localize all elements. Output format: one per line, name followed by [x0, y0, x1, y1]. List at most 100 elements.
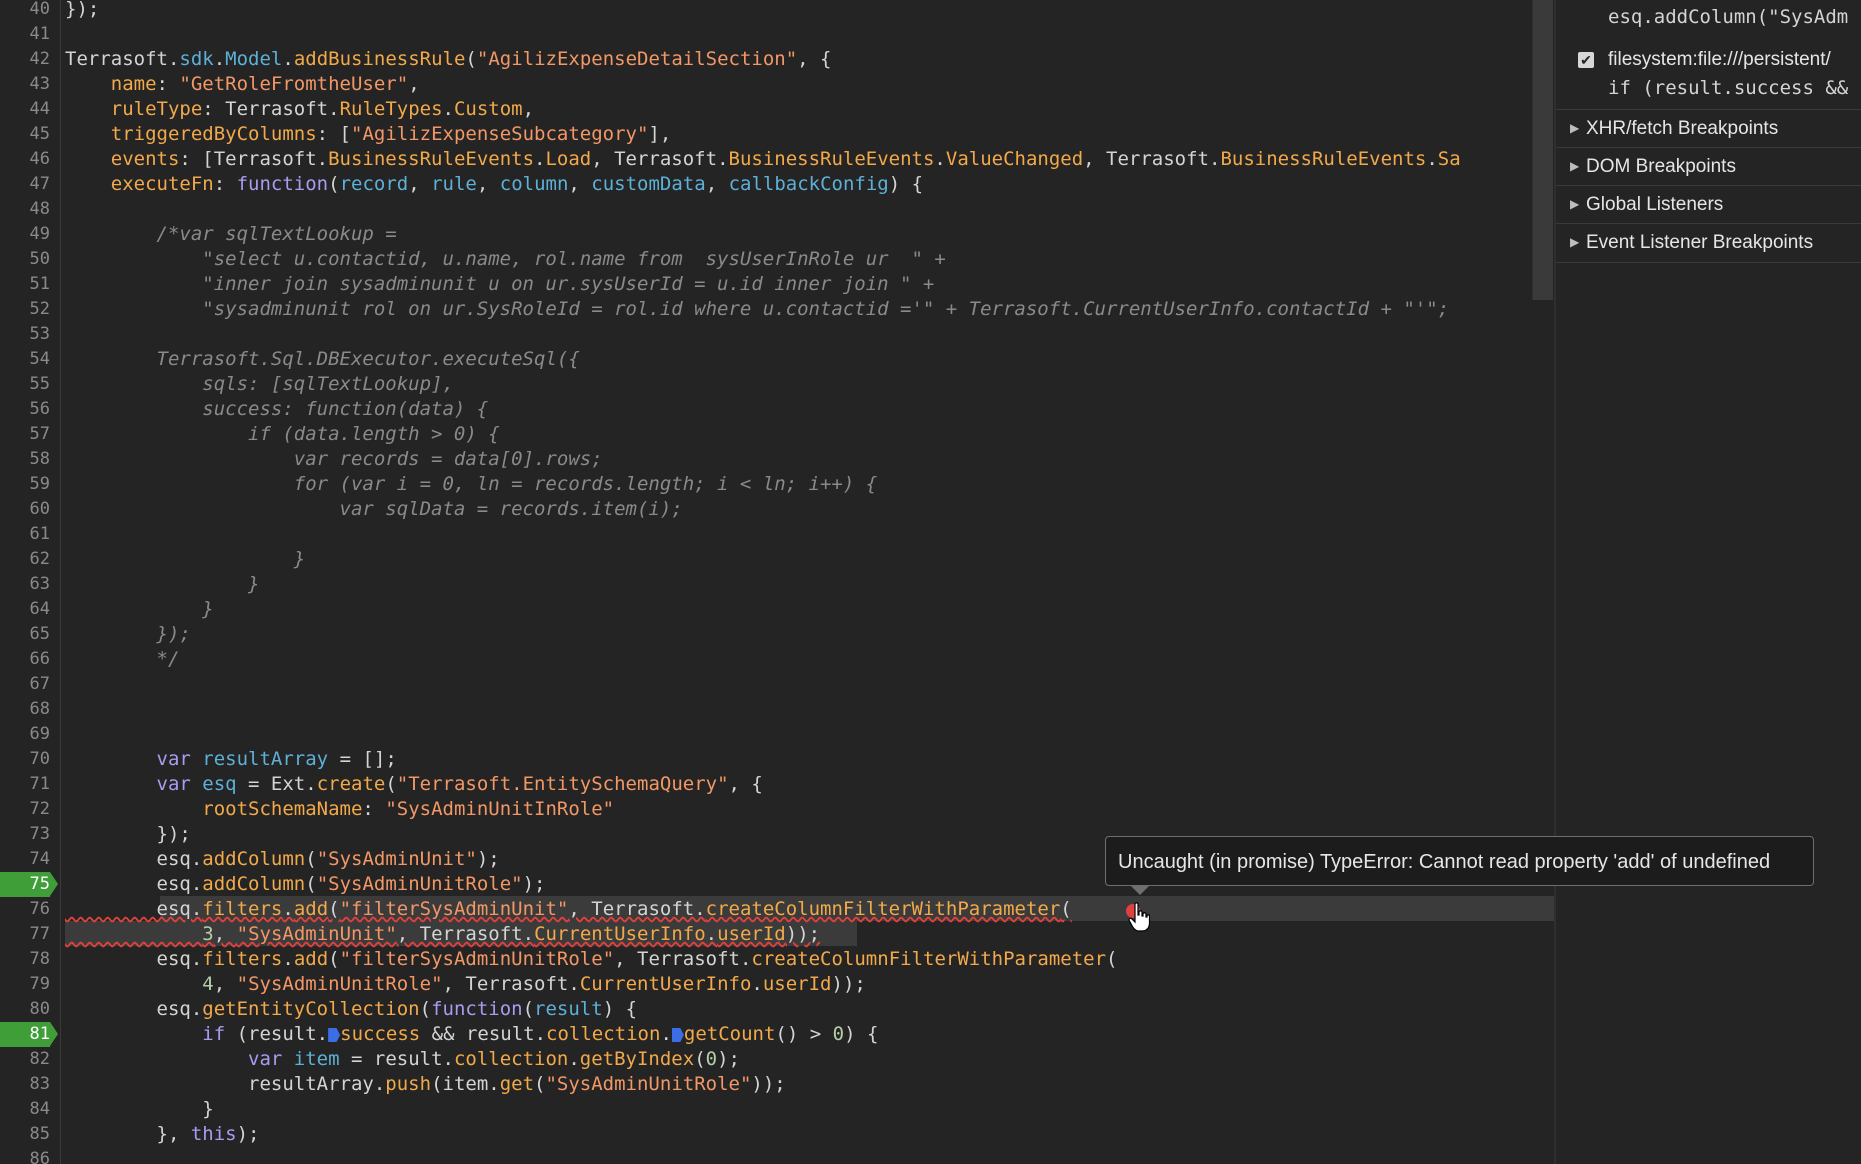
- line-number[interactable]: 76: [0, 897, 50, 922]
- line-number[interactable]: 56: [0, 397, 50, 422]
- line-number[interactable]: 70: [0, 747, 50, 772]
- debugger-sidebar: esq.addColumn("SysAdm ✔ filesystem:file:…: [1556, 0, 1861, 1164]
- line-number[interactable]: 49: [0, 222, 50, 247]
- code-line-63: }: [65, 573, 260, 595]
- line-number[interactable]: 68: [0, 697, 50, 722]
- code-line-55: sqls: [sqlTextLookup],: [65, 373, 454, 395]
- line-number[interactable]: 57: [0, 422, 50, 447]
- line-number[interactable]: 45: [0, 122, 50, 147]
- line-number[interactable]: 69: [0, 722, 50, 747]
- line-number[interactable]: 48: [0, 197, 50, 222]
- section-xhr-fetch-breakpoints[interactable]: ▶ XHR/fetch Breakpoints: [1556, 109, 1861, 148]
- code-line-84: }: [65, 1098, 214, 1120]
- code-line-74: esq.addColumn("SysAdminUnit");: [65, 848, 500, 870]
- code-line-51: "inner join sysadminunit u on ur.sysUser…: [65, 273, 935, 295]
- line-number[interactable]: 62: [0, 547, 50, 572]
- expand-triangle-icon: ▶: [1570, 197, 1580, 211]
- code-line-62: }: [65, 548, 306, 570]
- line-number-breakpoint[interactable]: 81: [0, 1022, 58, 1047]
- line-number[interactable]: 80: [0, 997, 50, 1022]
- code-line-44: ruleType: Terrasoft.RuleTypes.Custom,: [65, 98, 535, 120]
- code-line-45: triggeredByColumns: ["AgilizExpenseSubca…: [65, 123, 672, 145]
- code-line-85: }, this);: [65, 1123, 260, 1145]
- tooltip-arrow: [1130, 885, 1150, 895]
- error-tooltip: Uncaught (in promise) TypeError: Cannot …: [1105, 836, 1814, 886]
- code-line-83: resultArray.push(item.get("SysAdminUnitR…: [65, 1073, 786, 1095]
- line-number[interactable]: 61: [0, 522, 50, 547]
- breakpoint-code-snippet: esq.addColumn("SysAdm: [1608, 6, 1849, 28]
- code-line-58: var records = data[0].rows;: [65, 448, 603, 470]
- line-number-breakpoint[interactable]: 75: [0, 872, 58, 897]
- code-line-71: var esq = Ext.create("Terrasoft.EntitySc…: [65, 773, 763, 795]
- section-label: Event Listener Breakpoints: [1586, 232, 1814, 253]
- code-line-43: name: "GetRoleFromtheUser",: [65, 73, 420, 95]
- line-number[interactable]: 63: [0, 572, 50, 597]
- code-line-82: var item = result.collection.getByIndex(…: [248, 1048, 740, 1070]
- line-number[interactable]: 82: [0, 1047, 50, 1072]
- line-number[interactable]: 84: [0, 1097, 50, 1122]
- section-label: Global Listeners: [1586, 194, 1724, 215]
- code-line-70: var resultArray = [];: [65, 748, 397, 770]
- line-number[interactable]: 74: [0, 847, 50, 872]
- source-editor[interactable]: 40 41 42 43 44 45 46 47 48 49 50 51 52 53 54 55 56 57 58 59…: [0, 0, 1555, 1164]
- line-number[interactable]: 85: [0, 1122, 50, 1147]
- line-number[interactable]: 66: [0, 647, 50, 672]
- line-number[interactable]: 53: [0, 322, 50, 347]
- code-line-59: for (var i = 0, ln = records.length; i <…: [65, 473, 878, 495]
- breakpoint-checkbox[interactable]: ✔: [1578, 52, 1594, 68]
- line-number-gutter[interactable]: 40 41 42 43 44 45 46 47 48 49 50 51 52 53 54 55 56 57 58 59…: [0, 0, 61, 1164]
- line-number[interactable]: 52: [0, 297, 50, 322]
- line-number[interactable]: 59: [0, 472, 50, 497]
- line-number[interactable]: 83: [0, 1072, 50, 1097]
- inline-breakpoint-marker-icon[interactable]: [671, 1028, 684, 1042]
- code-line-75: esq.addColumn("SysAdminUnitRole");: [65, 873, 546, 895]
- section-event-listener-breakpoints[interactable]: ▶ Event Listener Breakpoints: [1556, 223, 1861, 263]
- line-number[interactable]: 51: [0, 272, 50, 297]
- code-line-73: });: [65, 823, 191, 845]
- section-dom-breakpoints[interactable]: ▶ DOM Breakpoints: [1556, 147, 1861, 186]
- line-number[interactable]: 54: [0, 347, 50, 372]
- line-number[interactable]: 43: [0, 72, 50, 97]
- line-number[interactable]: 77: [0, 922, 50, 947]
- code-line-78: esq.filters.add("filterSysAdminUnitRole"…: [65, 948, 1118, 970]
- line-number[interactable]: 40: [0, 0, 50, 22]
- line-number[interactable]: 71: [0, 772, 50, 797]
- code-line-50: "select u.contactid, u.name, rol.name fr…: [65, 248, 946, 270]
- expand-triangle-icon: ▶: [1570, 121, 1580, 135]
- line-number[interactable]: 44: [0, 97, 50, 122]
- code-line-76: esq.filters.add("filterSysAdminUnit", Te…: [65, 898, 1072, 920]
- code-line-72: rootSchemaName: "SysAdminUnitInRole": [65, 798, 615, 820]
- expand-triangle-icon: ▶: [1570, 235, 1580, 249]
- code-line-56: success: function(data) {: [65, 398, 489, 420]
- line-number[interactable]: 55: [0, 372, 50, 397]
- code-line-40: });: [65, 0, 100, 20]
- line-number[interactable]: 42: [0, 47, 50, 72]
- line-number[interactable]: 78: [0, 947, 50, 972]
- line-number[interactable]: 64: [0, 597, 50, 622]
- expand-triangle-icon: ▶: [1570, 159, 1580, 173]
- line-number[interactable]: 47: [0, 172, 50, 197]
- code-line-54: Terrasoft.Sql.DBExecutor.executeSql({: [65, 348, 580, 370]
- code-line-77: 3, "SysAdminUnit", Terrasoft.CurrentUser…: [202, 923, 821, 945]
- editor-scrollbar[interactable]: [1532, 0, 1553, 300]
- line-number[interactable]: 41: [0, 22, 50, 47]
- code-line-57: if (data.length > 0) {: [65, 423, 500, 445]
- line-number[interactable]: 86: [0, 1147, 50, 1164]
- line-number[interactable]: 50: [0, 247, 50, 272]
- line-number[interactable]: 46: [0, 147, 50, 172]
- hand-pointer-cursor-icon: [1128, 902, 1150, 932]
- code-line-60: var sqlData = records.item(i);: [65, 498, 683, 520]
- code-line-47: executeFn: function(record, rule, column…: [65, 173, 924, 195]
- code-line-66: */: [65, 648, 180, 670]
- line-number[interactable]: 60: [0, 497, 50, 522]
- line-number[interactable]: 65: [0, 622, 50, 647]
- line-number[interactable]: 73: [0, 822, 50, 847]
- code-line-64: }: [65, 598, 214, 620]
- line-number[interactable]: 67: [0, 672, 50, 697]
- inline-breakpoint-marker-icon[interactable]: [328, 1028, 341, 1042]
- line-number[interactable]: 72: [0, 797, 50, 822]
- section-global-listeners[interactable]: ▶ Global Listeners: [1556, 185, 1861, 224]
- line-number[interactable]: 79: [0, 972, 50, 997]
- line-number[interactable]: 58: [0, 447, 50, 472]
- breakpoint-file-location[interactable]: filesystem:file:///persistent/: [1608, 49, 1831, 71]
